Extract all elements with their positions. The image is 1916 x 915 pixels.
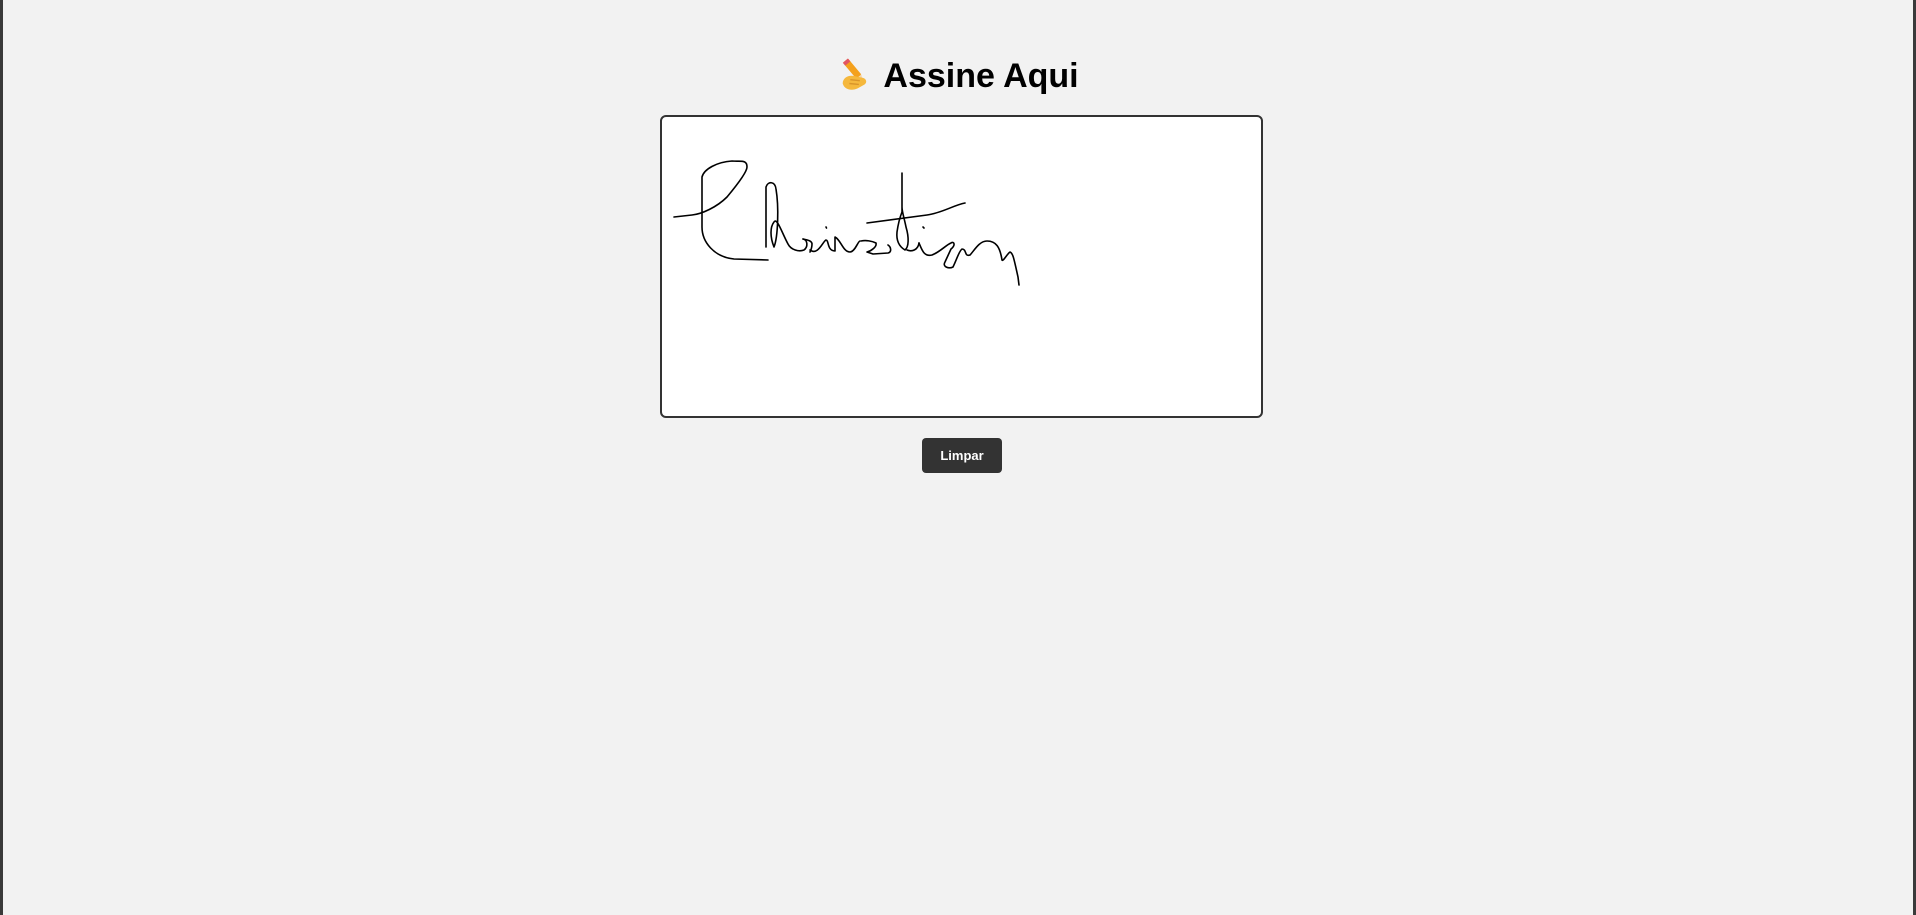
page-title-text: Assine Aqui [883, 57, 1079, 95]
page: Assine Aqui Limpar [0, 0, 1916, 915]
signature-drawing [673, 160, 1020, 286]
signature-canvas[interactable] [660, 115, 1263, 418]
clear-button[interactable]: Limpar [922, 438, 1002, 473]
writing-hand-icon [843, 58, 867, 90]
page-title: Assine Aqui [3, 52, 1913, 100]
